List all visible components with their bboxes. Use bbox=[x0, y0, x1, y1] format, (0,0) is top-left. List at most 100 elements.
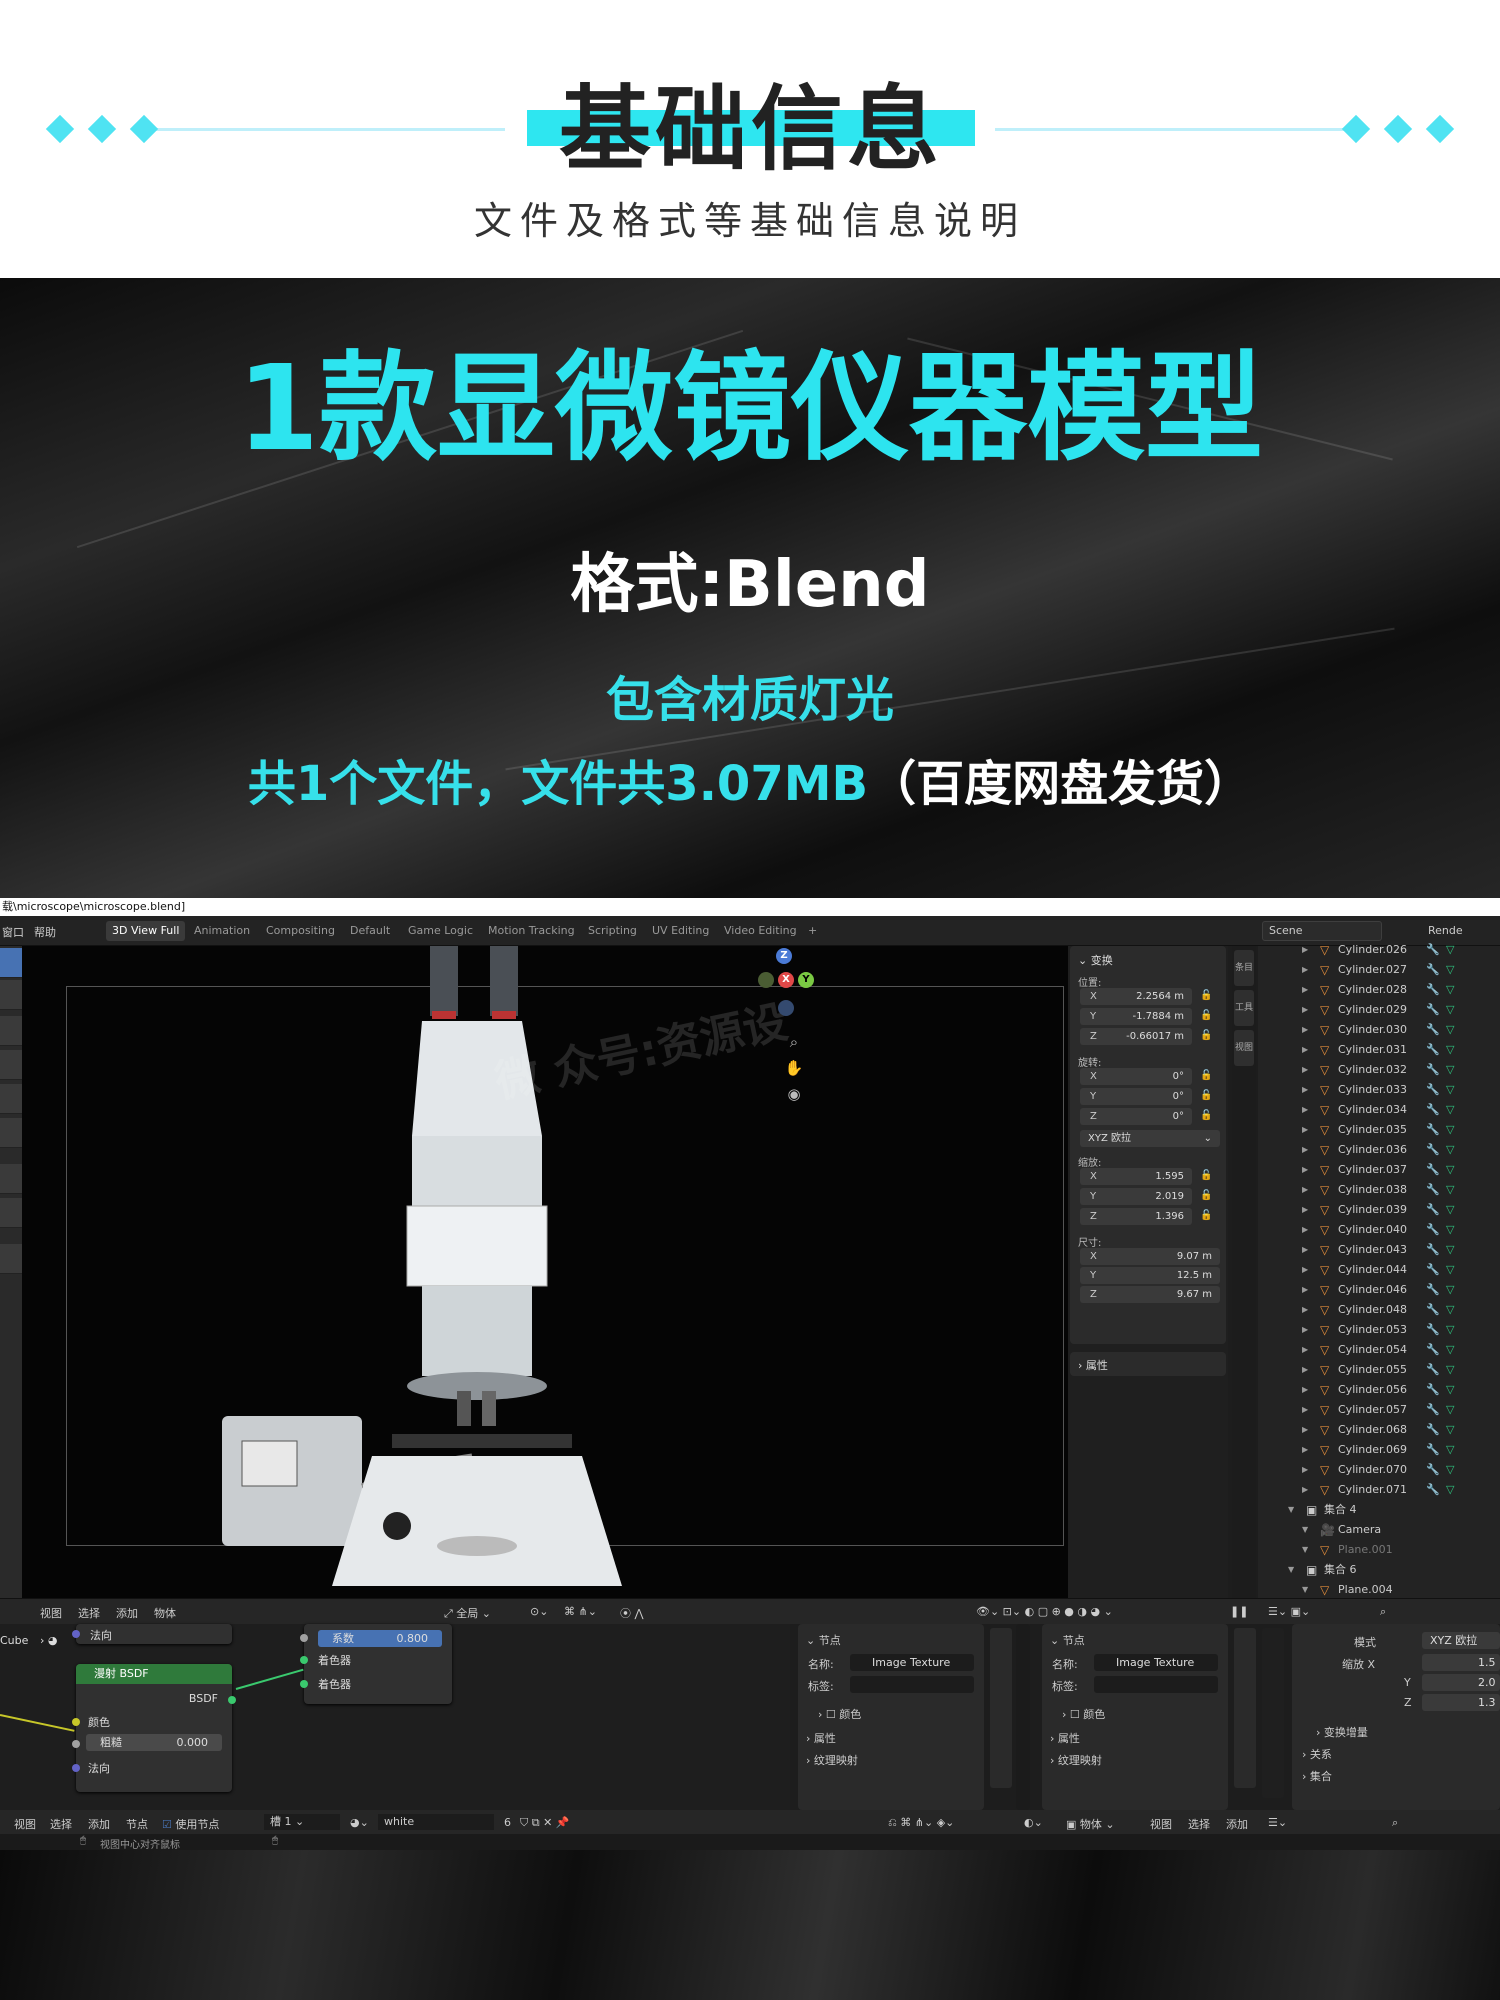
node-sidebar-tabs[interactable] bbox=[990, 1628, 1012, 1788]
rotation-y-field[interactable]: Y 0° bbox=[1080, 1088, 1192, 1105]
rotation-mode-select[interactable]: XYZ 欧拉 ⌄ bbox=[1080, 1130, 1220, 1147]
location-z-field[interactable]: Z -0.66017 m bbox=[1080, 1028, 1192, 1045]
tab-view[interactable]: 视图 bbox=[1234, 1030, 1254, 1066]
outliner-row[interactable]: ▶ ▽ Cylinder.034 🔧 ▽ bbox=[1258, 1100, 1500, 1120]
color-section-2[interactable]: › ☐ 颜色 bbox=[1062, 1706, 1105, 1722]
tab-uv-editing[interactable]: UV Editing bbox=[646, 921, 715, 941]
transform-header[interactable]: ⌄ 变换 bbox=[1078, 952, 1113, 968]
outliner-row[interactable]: ▶ ▽ Cylinder.037 🔧 ▽ bbox=[1258, 1160, 1500, 1180]
mesh-data-icon[interactable]: ▽ bbox=[1446, 1260, 1454, 1280]
outliner-row[interactable]: ▶ ▽ Cylinder.048 🔧 ▽ bbox=[1258, 1300, 1500, 1320]
modifier-wrench-icon[interactable]: 🔧 bbox=[1426, 1240, 1440, 1260]
texture-mapping-section[interactable]: › 纹理映射 bbox=[806, 1752, 858, 1768]
mesh-data-icon[interactable]: ▽ bbox=[1446, 1460, 1454, 1480]
expand-arrow-icon[interactable]: ▶ bbox=[1302, 1260, 1308, 1280]
mesh-data-icon[interactable]: ▽ bbox=[1446, 1060, 1454, 1080]
material-browse-icon[interactable]: ◕⌄ bbox=[350, 1816, 369, 1829]
modifier-wrench-icon[interactable]: 🔧 bbox=[1426, 1100, 1440, 1120]
expand-arrow-icon[interactable]: ▼ bbox=[1288, 1560, 1294, 1580]
mix-factor-field[interactable]: 系数 0.800 bbox=[318, 1630, 442, 1647]
modifier-wrench-icon[interactable]: 🔧 bbox=[1426, 940, 1440, 960]
rotation-x-field[interactable]: X 0° bbox=[1080, 1068, 1192, 1085]
outliner-row[interactable]: ▶ ▽ Cylinder.030 🔧 ▽ bbox=[1258, 1020, 1500, 1040]
modifier-wrench-icon[interactable]: 🔧 bbox=[1426, 980, 1440, 1000]
outliner-row[interactable]: ▶ ▽ Cylinder.046 🔧 ▽ bbox=[1258, 1280, 1500, 1300]
mesh-data-icon[interactable]: ▽ bbox=[1446, 980, 1454, 1000]
expand-arrow-icon[interactable]: ▶ bbox=[1302, 1320, 1308, 1340]
modifier-wrench-icon[interactable]: 🔧 bbox=[1426, 1460, 1440, 1480]
material-name-field[interactable]: white bbox=[378, 1814, 494, 1830]
expand-arrow-icon[interactable]: ▶ bbox=[1302, 1040, 1308, 1060]
lock-icon[interactable]: 🔓 bbox=[1200, 1170, 1214, 1182]
expand-arrow-icon[interactable]: ▶ bbox=[1302, 1220, 1308, 1240]
proportional-edit-icon[interactable]: ⦿ ⋀ bbox=[620, 1605, 644, 1621]
outliner-row[interactable]: ▶ ▽ Cylinder.069 🔧 ▽ bbox=[1258, 1440, 1500, 1460]
menu-add-2[interactable]: 添加 bbox=[1226, 1816, 1248, 1832]
texture-mapping-section-2[interactable]: › 纹理映射 bbox=[1050, 1752, 1102, 1768]
material-actions-icons[interactable]: ⛉ ⧉ ✕ 📌 bbox=[520, 1816, 570, 1830]
mix-shader-node[interactable]: 系数 0.800 着色器 着色器 bbox=[300, 1624, 452, 1704]
mesh-data-icon[interactable]: ▽ bbox=[1446, 1340, 1454, 1360]
menu-view-2[interactable]: 视图 bbox=[1150, 1816, 1172, 1832]
menu-window[interactable]: 窗口 bbox=[2, 924, 24, 940]
relations-section[interactable]: › 关系 bbox=[1302, 1746, 1332, 1762]
tool-scale-button[interactable] bbox=[0, 1084, 22, 1114]
expand-arrow-icon[interactable]: ▼ bbox=[1302, 1540, 1308, 1560]
properties-header[interactable]: › 属性 bbox=[1078, 1357, 1108, 1373]
tab-video-editing[interactable]: Video Editing bbox=[718, 921, 803, 941]
node-label-field[interactable] bbox=[850, 1676, 974, 1693]
tab-motion-tracking[interactable]: Motion Tracking bbox=[482, 921, 581, 941]
modifier-wrench-icon[interactable]: 🔧 bbox=[1426, 1420, 1440, 1440]
expand-arrow-icon[interactable]: ▼ bbox=[1302, 1580, 1308, 1600]
gizmo-z-axis[interactable]: Z bbox=[776, 948, 792, 964]
mesh-data-icon[interactable]: ▽ bbox=[1446, 1320, 1454, 1340]
tab-animation[interactable]: Animation bbox=[188, 921, 256, 941]
color-socket[interactable] bbox=[72, 1718, 80, 1726]
expand-arrow-icon[interactable]: ▶ bbox=[1302, 1200, 1308, 1220]
outliner-row[interactable]: ▼ ▣ 集合 6 bbox=[1258, 1560, 1500, 1580]
scale-x-field[interactable]: X 1.595 bbox=[1080, 1168, 1192, 1185]
menu-view[interactable]: 视图 bbox=[14, 1816, 36, 1832]
mesh-data-icon[interactable]: ▽ bbox=[1446, 1300, 1454, 1320]
lock-icon[interactable]: 🔓 bbox=[1200, 1190, 1214, 1202]
expand-arrow-icon[interactable]: ▶ bbox=[1302, 1440, 1308, 1460]
outliner-row[interactable]: ▶ ▽ Cylinder.031 🔧 ▽ bbox=[1258, 1040, 1500, 1060]
menu-object[interactable]: 物体 bbox=[154, 1605, 176, 1621]
mesh-data-icon[interactable]: ▽ bbox=[1446, 940, 1454, 960]
outliner-row[interactable]: ▶ ▽ Cylinder.057 🔧 ▽ bbox=[1258, 1400, 1500, 1420]
outliner-row[interactable]: ▶ ▽ Cylinder.054 🔧 ▽ bbox=[1258, 1340, 1500, 1360]
mesh-data-icon[interactable]: ▽ bbox=[1446, 1480, 1454, 1500]
outliner-row[interactable]: ▶ ▽ Cylinder.070 🔧 ▽ bbox=[1258, 1460, 1500, 1480]
tool-measure-button[interactable] bbox=[0, 1198, 22, 1228]
node-name-field[interactable]: Image Texture bbox=[850, 1654, 974, 1671]
lock-icon[interactable]: 🔓 bbox=[1200, 1030, 1214, 1042]
tab-3d-view-full[interactable]: 3D View Full bbox=[106, 921, 186, 941]
render-layer-label[interactable]: Rende bbox=[1428, 924, 1463, 937]
expand-arrow-icon[interactable]: ▶ bbox=[1302, 1140, 1308, 1160]
outliner-row[interactable]: ▶ ▽ Cylinder.044 🔧 ▽ bbox=[1258, 1260, 1500, 1280]
expand-arrow-icon[interactable]: ▶ bbox=[1302, 1460, 1308, 1480]
properties-section[interactable]: › 属性 bbox=[806, 1730, 836, 1746]
mesh-data-icon[interactable]: ▽ bbox=[1446, 1140, 1454, 1160]
modifier-wrench-icon[interactable]: 🔧 bbox=[1426, 1220, 1440, 1240]
scale-x-field[interactable]: 1.5 bbox=[1422, 1654, 1500, 1671]
roughness-socket[interactable] bbox=[72, 1740, 80, 1748]
tab-game-logic[interactable]: Game Logic bbox=[402, 921, 479, 941]
mesh-data-icon[interactable]: ▽ bbox=[1446, 1040, 1454, 1060]
rotation-z-field[interactable]: Z 0° bbox=[1080, 1108, 1192, 1125]
mesh-data-icon[interactable]: ▽ bbox=[1446, 1200, 1454, 1220]
3d-viewport[interactable]: 微 众号:资源设 Z Y X ⌕ ✋ ◉ bbox=[22, 946, 1068, 1598]
outliner-row[interactable]: ▼ ▣ 集合 4 bbox=[1258, 1500, 1500, 1520]
scene-selector[interactable]: Scene bbox=[1262, 921, 1382, 941]
outliner-row[interactable]: ▶ ▽ Cylinder.033 🔧 ▽ bbox=[1258, 1080, 1500, 1100]
mesh-data-icon[interactable]: ▽ bbox=[1446, 1180, 1454, 1200]
dimension-z-field[interactable]: Z 9.67 m bbox=[1080, 1286, 1220, 1303]
outliner-row[interactable]: ▶ ▽ Cylinder.032 🔧 ▽ bbox=[1258, 1060, 1500, 1080]
tool-rotate-button[interactable] bbox=[0, 1050, 22, 1080]
expand-arrow-icon[interactable]: ▶ bbox=[1302, 1280, 1308, 1300]
outliner-row[interactable]: ▶ ▽ Cylinder.053 🔧 ▽ bbox=[1258, 1320, 1500, 1340]
modifier-wrench-icon[interactable]: 🔧 bbox=[1426, 1260, 1440, 1280]
modifier-wrench-icon[interactable]: 🔧 bbox=[1426, 1180, 1440, 1200]
tab-compositing[interactable]: Compositing bbox=[260, 921, 341, 941]
object-type-select[interactable]: ▣ 物体 ⌄ bbox=[1066, 1816, 1115, 1832]
